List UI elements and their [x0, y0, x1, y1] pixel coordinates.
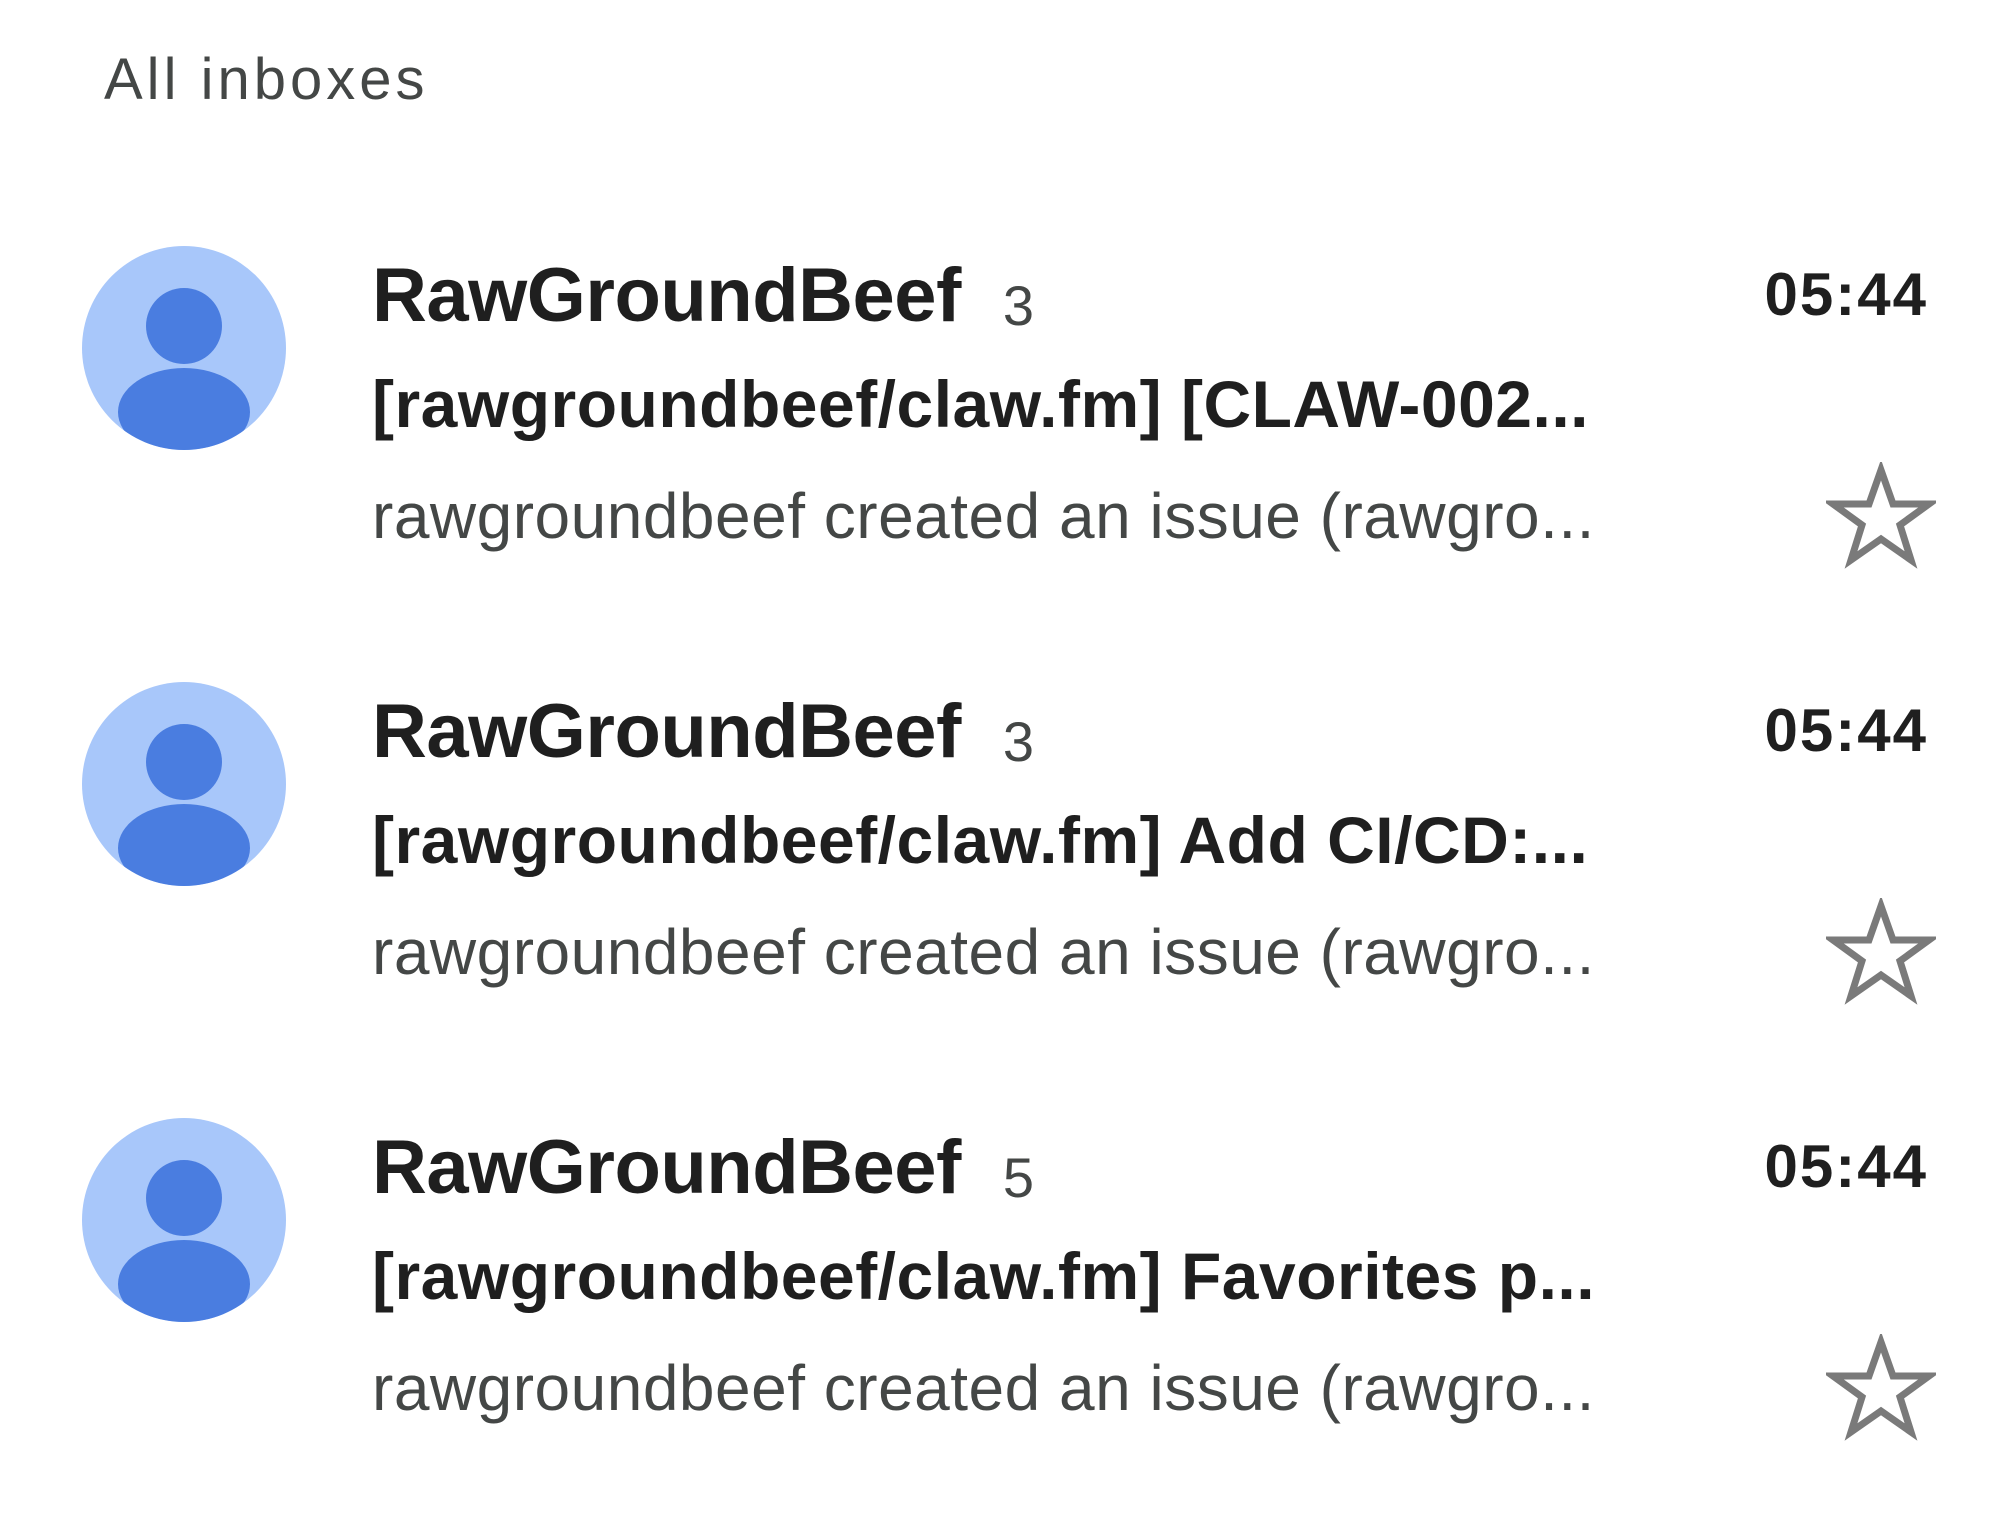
email-snippet: rawgroundbeef created an issue (rawgro..…: [372, 1352, 1595, 1424]
thread-count: 3: [1002, 710, 1035, 773]
sender-line: RawGroundBeef 3: [372, 688, 1034, 778]
sender-name: RawGroundBeef: [372, 1125, 961, 1210]
sender-avatar[interactable]: [82, 246, 286, 450]
thread-count: 3: [1002, 274, 1035, 337]
email-row-1[interactable]: RawGroundBeef 3 05:44 [rawgroundbeef/cla…: [0, 246, 2000, 646]
person-icon: [118, 288, 250, 450]
sender-name: RawGroundBeef: [372, 253, 961, 338]
email-snippet: rawgroundbeef created an issue (rawgro..…: [372, 916, 1595, 988]
email-subject: [rawgroundbeef/claw.fm] [CLAW-002...: [372, 367, 1590, 441]
star-button[interactable]: [1826, 1334, 1936, 1444]
person-icon: [118, 724, 250, 886]
star-outline-icon: [1826, 462, 1936, 569]
star-button[interactable]: [1826, 898, 1936, 1008]
sender-avatar[interactable]: [82, 682, 286, 886]
email-time: 05:44: [1764, 261, 1928, 328]
thread-count: 5: [1002, 1146, 1035, 1209]
person-icon: [118, 1160, 250, 1322]
email-row-3[interactable]: RawGroundBeef 5 05:44 [rawgroundbeef/cla…: [0, 1118, 2000, 1518]
star-button[interactable]: [1826, 462, 1936, 572]
email-list: RawGroundBeef 3 05:44 [rawgroundbeef/cla…: [0, 0, 2000, 1492]
star-outline-icon: [1826, 898, 1936, 1005]
sender-line: RawGroundBeef 5: [372, 1124, 1034, 1214]
email-time: 05:44: [1764, 697, 1928, 764]
email-subject: [rawgroundbeef/claw.fm] Add CI/CD:...: [372, 803, 1589, 877]
email-subject: [rawgroundbeef/claw.fm] Favorites p...: [372, 1239, 1596, 1313]
sender-line: RawGroundBeef 3: [372, 252, 1034, 342]
email-time: 05:44: [1764, 1133, 1928, 1200]
email-row-2[interactable]: RawGroundBeef 3 05:44 [rawgroundbeef/cla…: [0, 682, 2000, 1082]
sender-name: RawGroundBeef: [372, 689, 961, 774]
sender-avatar[interactable]: [82, 1118, 286, 1322]
email-snippet: rawgroundbeef created an issue (rawgro..…: [372, 480, 1595, 552]
star-outline-icon: [1826, 1334, 1936, 1441]
